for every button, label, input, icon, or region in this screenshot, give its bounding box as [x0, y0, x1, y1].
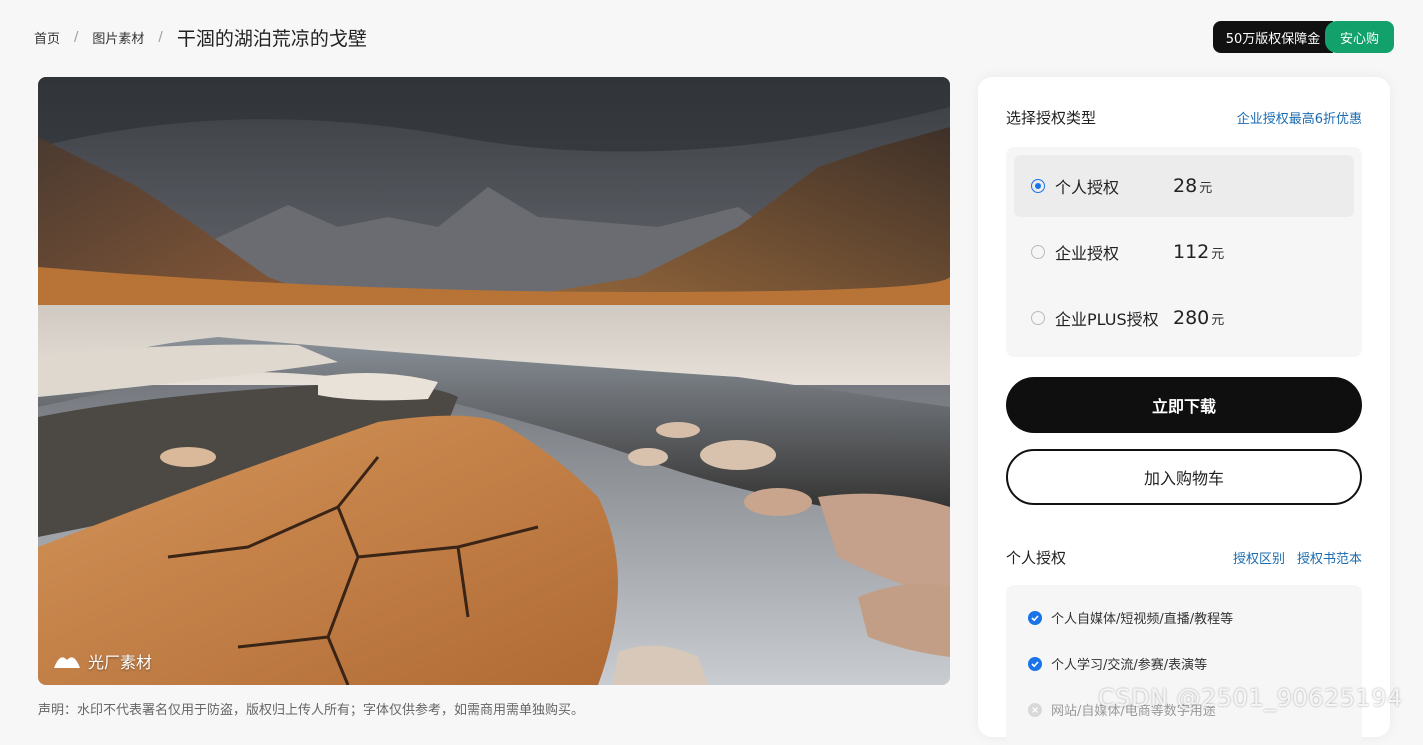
- license-option-label: 个人授权: [1055, 178, 1120, 197]
- csdn-watermark: CSDN @2501_90625194: [1098, 684, 1403, 712]
- license-difference-link[interactable]: 授权区别: [1233, 548, 1285, 567]
- radio-icon[interactable]: [1031, 245, 1045, 259]
- license-option-price: 112: [1173, 241, 1210, 263]
- price-unit: 元: [1199, 180, 1213, 196]
- safe-buy-label: 安心购: [1325, 21, 1394, 53]
- cross-icon: [1028, 702, 1042, 717]
- page-title: 干涸的湖泊荒凉的戈壁: [176, 28, 367, 50]
- usage-scope-list: 个人自媒体/短视频/直播/教程等 个人学习/交流/参赛/表演等 网站/自媒体/电…: [1006, 585, 1362, 745]
- breadcrumb-home[interactable]: 首页: [34, 28, 60, 47]
- license-option-label: 企业授权: [1055, 244, 1120, 263]
- check-icon: [1028, 656, 1042, 671]
- watermark: 光厂素材: [52, 649, 152, 673]
- top-bar: 首页 / 图片素材 / 干涸的湖泊荒凉的戈壁 50万版权保障金 安心购: [0, 0, 1423, 72]
- guarantee-label: 50万版权保障金: [1213, 21, 1333, 53]
- radio-icon[interactable]: [1031, 311, 1045, 325]
- download-button[interactable]: 立即下载: [1006, 377, 1362, 433]
- breadcrumb-category[interactable]: 图片素材: [92, 28, 144, 47]
- list-item: 个人自媒体/短视频/直播/教程等: [1028, 608, 1233, 627]
- scope-item-text: 个人学习/交流/参赛/表演等: [1051, 658, 1208, 673]
- watermark-text: 光厂素材: [88, 653, 153, 672]
- license-option-personal[interactable]: 个人授权 28 元: [1014, 155, 1354, 217]
- price-unit: 元: [1211, 246, 1225, 262]
- purchase-panel: 选择授权类型 企业授权最高6折优惠 个人授权 28 元 企业授权 112 元 企…: [978, 77, 1390, 745]
- license-option-label: 企业PLUS授权: [1055, 310, 1159, 329]
- landscape-photo: [38, 77, 950, 685]
- enterprise-discount-link[interactable]: 企业授权最高6折优惠: [1237, 108, 1362, 127]
- license-options: 个人授权 28 元 企业授权 112 元 企业PLUS授权 280 元: [1006, 147, 1362, 357]
- check-icon: [1028, 610, 1042, 625]
- price-unit: 元: [1211, 312, 1225, 328]
- scope-title: 个人授权: [1006, 549, 1067, 567]
- brand-logo-icon: [54, 657, 80, 668]
- scope-item-text: 个人自媒体/短视频/直播/教程等: [1051, 612, 1234, 627]
- scope-header: 个人授权 授权区别 授权书范本: [1006, 547, 1362, 568]
- breadcrumb: 首页 / 图片素材 / 干涸的湖泊荒凉的戈壁: [34, 24, 367, 51]
- license-sample-link[interactable]: 授权书范本: [1297, 548, 1362, 567]
- license-option-price: 280: [1173, 307, 1210, 329]
- preview-image[interactable]: 光厂素材: [38, 77, 950, 685]
- list-item: 个人学习/交流/参赛/表演等: [1028, 654, 1207, 673]
- license-title: 选择授权类型: [1006, 109, 1097, 127]
- license-header: 选择授权类型 企业授权最高6折优惠: [1006, 107, 1362, 128]
- license-option-price: 28: [1173, 175, 1198, 197]
- license-option-enterprise-plus[interactable]: 企业PLUS授权 280 元: [1014, 287, 1354, 349]
- license-option-enterprise[interactable]: 企业授权 112 元: [1014, 221, 1354, 283]
- add-to-cart-button[interactable]: 加入购物车: [1006, 449, 1362, 505]
- disclaimer-text: 声明：水印不代表署名仅用于防盗，版权归上传人所有；字体仅供参考，如需商用需单独购…: [38, 703, 585, 718]
- breadcrumb-separator: /: [74, 30, 79, 45]
- guarantee-badge[interactable]: 50万版权保障金 安心购: [1213, 21, 1394, 53]
- scope-links: 授权区别 授权书范本: [1233, 548, 1362, 567]
- breadcrumb-separator: /: [158, 30, 163, 45]
- radio-selected-icon[interactable]: [1031, 179, 1045, 193]
